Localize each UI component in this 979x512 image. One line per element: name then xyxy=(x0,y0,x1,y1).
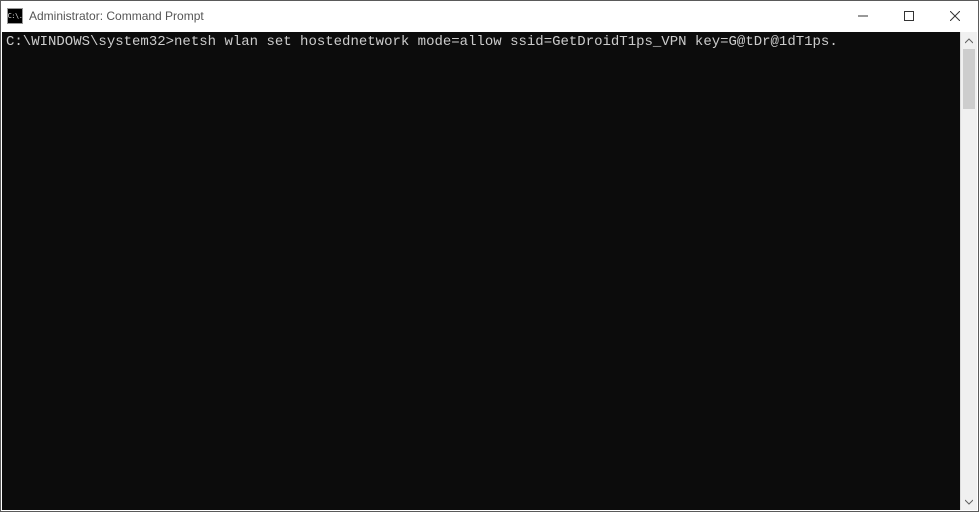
close-icon xyxy=(950,11,960,21)
chevron-down-icon xyxy=(965,498,973,506)
command-text: netsh wlan set hostednetwork mode=allow … xyxy=(174,34,838,50)
scroll-up-arrow[interactable] xyxy=(961,32,977,49)
chevron-up-icon xyxy=(965,37,973,45)
command-prompt-window: C:\. Administrator: Command Prompt C:\WI… xyxy=(0,0,979,512)
window-controls xyxy=(840,1,978,31)
minimize-icon xyxy=(858,11,868,21)
scroll-thumb[interactable] xyxy=(963,49,975,109)
terminal-area: C:\WINDOWS\system32>netsh wlan set hoste… xyxy=(1,31,978,511)
minimize-button[interactable] xyxy=(840,1,886,31)
prompt: C:\WINDOWS\system32> xyxy=(6,34,174,50)
maximize-button[interactable] xyxy=(886,1,932,31)
vertical-scrollbar[interactable] xyxy=(960,32,977,510)
window-title: Administrator: Command Prompt xyxy=(29,9,840,23)
maximize-icon xyxy=(904,11,914,21)
app-icon: C:\. xyxy=(7,8,23,24)
scroll-down-arrow[interactable] xyxy=(961,493,977,510)
terminal-output[interactable]: C:\WINDOWS\system32>netsh wlan set hoste… xyxy=(2,32,960,510)
command-line: C:\WINDOWS\system32>netsh wlan set hoste… xyxy=(6,34,838,50)
titlebar[interactable]: C:\. Administrator: Command Prompt xyxy=(1,1,978,31)
close-button[interactable] xyxy=(932,1,978,31)
